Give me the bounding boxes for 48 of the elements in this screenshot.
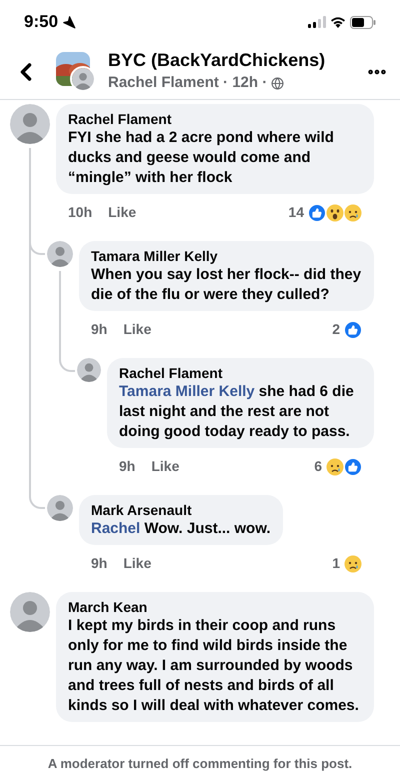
mention-link[interactable]: Rachel	[91, 520, 140, 537]
reaction-count: 2	[332, 320, 340, 339]
sad-reaction-icon	[344, 554, 362, 572]
like-reaction-icon	[344, 458, 362, 476]
avatar[interactable]	[10, 592, 50, 632]
wow-reaction-icon	[326, 204, 344, 222]
location-icon	[62, 15, 76, 29]
reaction-count: 14	[288, 203, 304, 222]
battery-icon	[350, 16, 376, 28]
like-link[interactable]: Like	[108, 202, 136, 223]
thread-connector	[59, 344, 75, 372]
reaction-count: 1	[332, 554, 340, 573]
avatar[interactable]	[72, 68, 94, 90]
comment-time: 9h	[91, 554, 108, 573]
signal-icon	[308, 16, 326, 28]
reaction-count: 6	[314, 457, 322, 476]
globe-icon	[271, 77, 284, 90]
avatar[interactable]	[47, 241, 73, 267]
post-byline: Rachel Flament · 12h ·	[108, 73, 268, 94]
like-link[interactable]: Like	[151, 456, 180, 477]
comment-time: 10h	[68, 203, 92, 222]
comment-text: Tamara Miller Kelly she had 6 die last night and the rest are not doing good today ready to pass.	[119, 382, 355, 442]
thread-connector	[29, 481, 45, 509]
comment-author[interactable]: Mark Arsenault	[91, 501, 270, 519]
avatar[interactable]	[47, 495, 73, 521]
comment-text: I kept my birds in their coop and runs only for me to find wild birds inside the run any way. I am surrounded by woods and trees full of nests and birds of all kinds so I will deal with whatever comes.	[68, 616, 360, 716]
group-name[interactable]: BYC (BackYardChickens)	[108, 48, 326, 72]
comment-text: Rachel Wow. Just... wow.	[91, 519, 270, 539]
comments-off-notice: A moderator turned off commenting for this post.	[48, 754, 352, 773]
status-time: 9:50	[24, 11, 58, 34]
avatar[interactable]	[10, 104, 50, 144]
comment-author[interactable]: Tamara Miller Kelly	[91, 247, 362, 265]
comment-author[interactable]: Rachel Flament	[68, 110, 362, 128]
comment-author[interactable]: March Kean	[68, 598, 362, 616]
like-link[interactable]: Like	[123, 319, 152, 340]
comment-text: FYI she had a 2 acre pond where wild ducks and geese would come and “mingle” with her flock	[68, 128, 335, 188]
comment-author[interactable]: Rachel Flament	[119, 364, 362, 382]
comment-text: When you say lost her flock-- did they die of the flu or were they culled?	[91, 265, 362, 305]
like-reaction-icon	[344, 320, 362, 338]
like-reaction-icon	[308, 204, 326, 222]
like-link[interactable]: Like	[123, 553, 152, 574]
comment-time: 9h	[91, 320, 108, 339]
wifi-icon	[330, 16, 346, 28]
comment-time: 9h	[119, 457, 136, 476]
sad-reaction-icon	[344, 204, 362, 222]
avatar[interactable]	[77, 358, 101, 382]
mention-link[interactable]: Tamara Miller Kelly	[119, 383, 255, 400]
sad-reaction-icon	[326, 458, 344, 476]
